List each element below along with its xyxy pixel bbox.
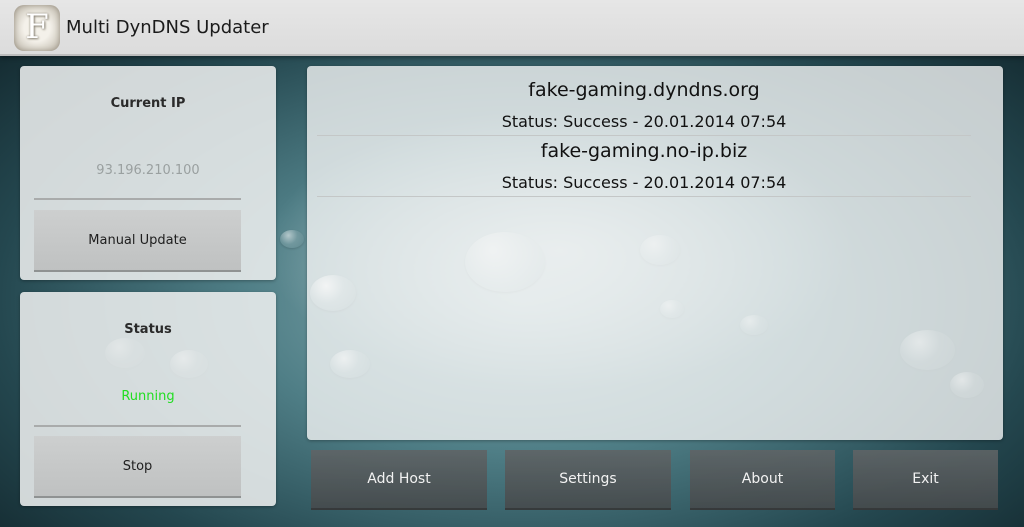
status-underline: [34, 425, 241, 427]
status-title: Status: [124, 322, 172, 337]
current-ip-card: Current IP 93.196.210.100 Manual Update: [20, 66, 276, 280]
add-host-button[interactable]: Add Host: [311, 450, 487, 510]
manual-update-button[interactable]: Manual Update: [34, 210, 241, 272]
host-status: Status: Success - 20.01.2014 07:54: [501, 112, 787, 131]
settings-button[interactable]: Settings: [505, 450, 671, 510]
host-name: fake-gaming.dyndns.org: [528, 79, 760, 101]
host-status: Status: Success - 20.01.2014 07:54: [501, 173, 787, 192]
host-item[interactable]: fake-gaming.dyndns.org Status: Success -…: [317, 76, 971, 136]
hosts-list: fake-gaming.dyndns.org Status: Success -…: [307, 66, 1003, 440]
current-ip-underline: [34, 198, 241, 200]
host-item[interactable]: fake-gaming.no-ip.biz Status: Success - …: [317, 137, 971, 197]
host-name: fake-gaming.no-ip.biz: [540, 140, 748, 162]
app-logo-letter: F: [25, 7, 49, 47]
current-ip-title: Current IP: [110, 96, 186, 111]
exit-button[interactable]: Exit: [853, 450, 998, 510]
action-bar: F Multi DynDNS Updater: [0, 0, 1024, 56]
host-divider: [317, 135, 971, 136]
current-ip-value: 93.196.210.100: [96, 163, 200, 178]
stop-button[interactable]: Stop: [34, 436, 241, 498]
app-logo-icon[interactable]: F: [14, 5, 60, 51]
about-button[interactable]: About: [690, 450, 835, 510]
status-card: Status Running Stop: [20, 292, 276, 506]
status-value: Running: [121, 389, 175, 404]
app-title: Multi DynDNS Updater: [66, 17, 269, 38]
host-divider: [317, 196, 971, 197]
